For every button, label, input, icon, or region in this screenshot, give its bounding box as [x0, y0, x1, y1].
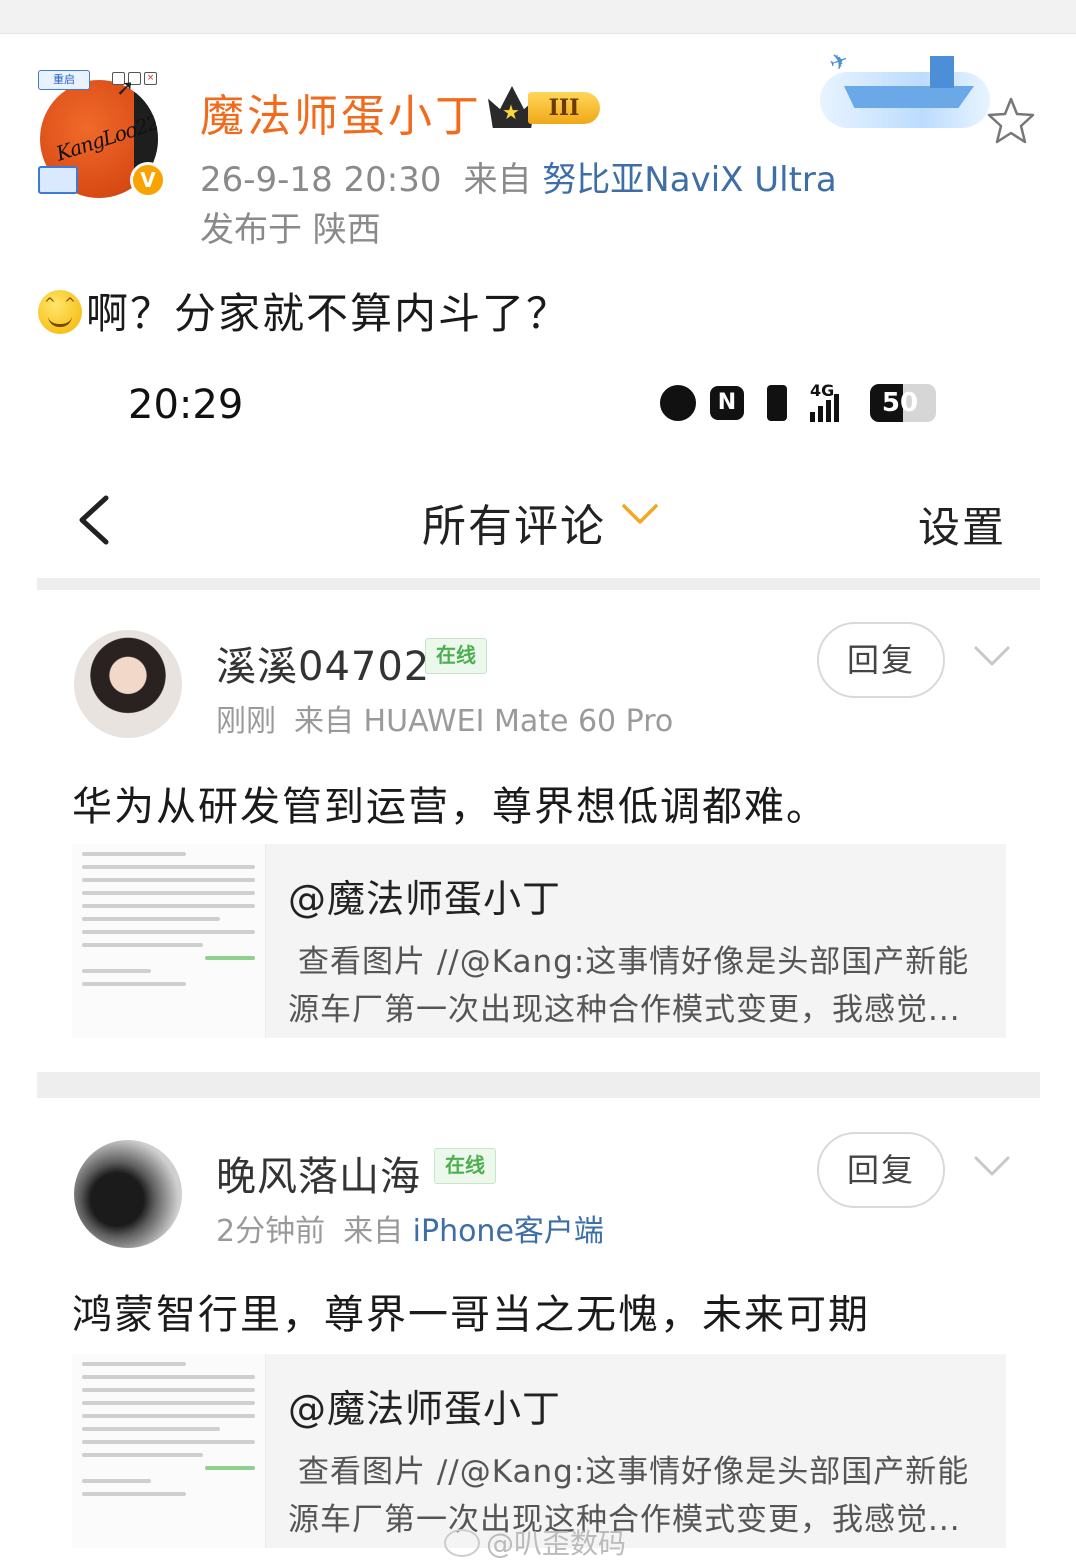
status-icons: N 4G 50: [660, 383, 936, 422]
reply-button[interactable]: 回复: [817, 622, 945, 698]
commenter-name[interactable]: 晚风落山海: [216, 1144, 421, 1202]
carrier-decoration-icon: ✈: [820, 42, 990, 128]
weibo-logo-icon: [444, 1529, 480, 1557]
comment-source-prefix: 来自: [294, 704, 354, 739]
settings-button[interactable]: 设置: [918, 494, 1006, 555]
quote-line-1: 查看图片 //@Kang:这事情好像是头部国产新能: [298, 944, 970, 980]
top-strip: [0, 0, 1076, 34]
signal-icon: 4G: [810, 383, 856, 422]
online-badge: 在线: [434, 1148, 496, 1184]
restart-chip: 重启: [38, 70, 90, 90]
post-source-prefix: 来自: [463, 160, 532, 200]
monitor-icon: [38, 166, 78, 194]
vibrate-icon: [758, 385, 796, 421]
reply-button[interactable]: 回复: [817, 1132, 945, 1208]
quote-line-2: 源车厂第一次出现这种合作模式变更，我感觉...: [288, 992, 961, 1028]
comment-source-prefix: 来自: [343, 1214, 404, 1249]
commenter-avatar[interactable]: [74, 1140, 182, 1248]
quote-line-2: 源车厂第一次出现这种合作模式变更，我感觉...: [288, 1502, 961, 1538]
watermark-text: @叭歪数码: [486, 1527, 627, 1560]
section-divider: [37, 1072, 1040, 1098]
smile-emoji-icon: [38, 290, 82, 334]
rank-badge[interactable]: ★ III: [488, 86, 608, 130]
cursor-icon: ➚: [116, 76, 135, 101]
nfc-icon: N: [710, 386, 744, 420]
battery-icon: 50: [870, 384, 936, 422]
quote-card[interactable]: @魔法师蛋小丁 查看图片 //@Kang:这事情好像是头部国产新能 源车厂第一次…: [72, 844, 1006, 1038]
comment-text: 华为从研发管到运营，尊界想低调都难。: [72, 784, 828, 830]
post-text: 啊？分家就不算内斗了？: [86, 289, 571, 338]
commenter-avatar[interactable]: [74, 630, 182, 738]
quote-text: 查看图片 //@Kang:这事情好像是头部国产新能 源车厂第一次出现这种合作模式…: [288, 938, 988, 1034]
star-icon[interactable]: [986, 96, 1036, 146]
quote-author[interactable]: @魔法师蛋小丁: [288, 868, 561, 923]
post-device-link[interactable]: 努比亚NaviX Ultra: [542, 160, 836, 200]
chevron-down-icon[interactable]: [620, 500, 660, 530]
commenter-name[interactable]: 溪溪04702: [216, 634, 430, 692]
quote-card[interactable]: @魔法师蛋小丁 查看图片 //@Kang:这事情好像是头部国产新能 源车厂第一次…: [72, 1354, 1006, 1548]
section-divider: [37, 578, 1040, 590]
author-avatar[interactable]: KangLoo222 重启 × ➚ V: [36, 70, 166, 200]
comment-device-link[interactable]: iPhone客户端: [413, 1214, 604, 1249]
battery-level: 50: [881, 388, 919, 418]
quote-text: 查看图片 //@Kang:这事情好像是头部国产新能 源车厂第一次出现这种合作模式…: [288, 1448, 988, 1544]
status-time: 20:29: [128, 382, 244, 428]
comments-filter-title[interactable]: 所有评论: [422, 490, 606, 554]
post-author-name[interactable]: 魔法师蛋小丁: [200, 80, 482, 144]
chevron-down-icon[interactable]: [972, 642, 1012, 672]
comment-meta: 刚刚 来自 HUAWEI Mate 60 Pro: [216, 696, 673, 740]
verified-icon: V: [130, 162, 166, 198]
post-meta: 26-9-18 20:30 来自 努比亚NaviX Ultra: [200, 152, 837, 201]
comment-time: 2分钟前: [216, 1214, 326, 1249]
comment-device: HUAWEI Mate 60 Pro: [363, 704, 674, 739]
comment-meta: 2分钟前 来自 iPhone客户端: [216, 1206, 604, 1250]
quote-line-1: 查看图片 //@Kang:这事情好像是头部国产新能: [298, 1454, 970, 1490]
comment-time: 刚刚: [216, 704, 276, 739]
quote-thumbnail: [72, 1354, 266, 1548]
online-badge: 在线: [425, 638, 487, 674]
post-location: 发布于 陕西: [200, 210, 381, 250]
rank-label: III: [528, 92, 600, 124]
watermark: @叭歪数码: [444, 1522, 626, 1562]
quote-thumbnail: [72, 844, 266, 1038]
back-chevron-icon[interactable]: [70, 490, 116, 550]
comment-text: 鸿蒙智行里，尊界一哥当之无愧，未来可期: [72, 1292, 870, 1338]
quote-author[interactable]: @魔法师蛋小丁: [288, 1378, 561, 1433]
alarm-icon: [660, 385, 696, 421]
chevron-down-icon[interactable]: [972, 1152, 1012, 1182]
crown-star-icon: ★: [502, 100, 520, 124]
post-timestamp: 26-9-18 20:30: [200, 160, 442, 200]
post-body: 啊？分家就不算内斗了？: [38, 280, 570, 341]
